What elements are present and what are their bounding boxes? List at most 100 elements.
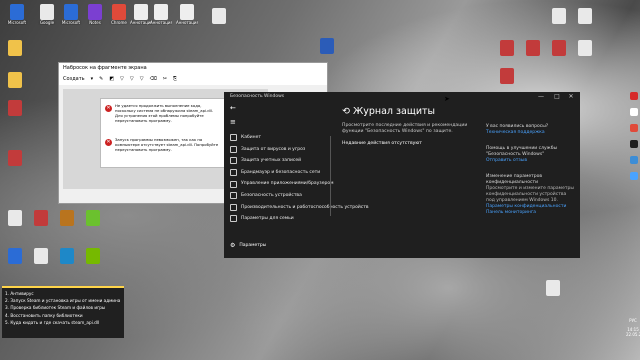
desktop-icon[interactable]: Аннотация 2020-05... [176,4,198,25]
app-tray-icon[interactable] [630,140,638,148]
note-line: 2. Запуск Steam и установка игры от имен… [5,298,121,304]
desktop-icon[interactable] [4,40,26,56]
snip-tool-button[interactable]: ◩ [109,76,114,82]
opera-icon[interactable] [630,92,638,100]
app-icon [64,4,78,20]
desktop-icon[interactable]: Microsoft [6,4,28,25]
file-icon [34,248,48,264]
file-icon [8,210,22,226]
improve-title: Помощь в улучшении службы "Безопасность … [486,146,558,157]
app-icon [8,248,22,264]
desktop-icon[interactable] [4,72,26,88]
snip-tool-button[interactable]: ▽ [120,76,124,82]
desktop-icon[interactable] [4,210,26,226]
nav-item[interactable]: Безопасность устройства [224,190,324,202]
desktop-icon[interactable] [548,8,570,24]
nav-item-label: Кабинет [241,135,261,140]
nav-item-label: Производительность и работоспособность у… [241,204,369,210]
language-indicator[interactable]: РУС [626,318,640,323]
desktop-icon[interactable] [56,210,78,226]
desktop-icon[interactable] [496,40,518,56]
snip-tool-button[interactable]: ▽ [140,76,144,82]
minimize-button[interactable]: — [534,92,548,102]
desktop-icon-label: Аннотация 2020-05... [176,20,198,25]
windows-security-window: Безопасность Windows — □ ✕ ← ≡ Кабинет За… [224,92,580,258]
nav-item-label: Безопасность устройства [241,192,302,198]
nav-item[interactable]: Кабинет [224,132,324,144]
chrome-icon[interactable] [630,124,638,132]
hamburger-menu-icon[interactable]: ≡ [230,118,236,126]
nav-item[interactable]: Брандмауэр и безопасность сети [224,167,324,179]
nav-item-icon [230,215,237,223]
back-arrow-icon[interactable]: ← [230,104,236,112]
desktop-icon-label: Google [39,20,55,25]
settings-nav-item[interactable]: ⚙ Параметры [230,242,266,249]
create-button[interactable]: Создать [63,76,85,82]
settings-label: Параметры [239,243,267,248]
error-message-1: Не удается продолжить выполнение кода, п… [115,103,213,123]
nav-divider [330,136,331,216]
edge-icon [60,248,74,264]
desktop-icon[interactable]: Chrome [108,4,130,25]
desktop-icon[interactable] [522,40,544,56]
maximize-button[interactable]: □ [550,92,564,102]
dashboard-link[interactable]: Панель мониторинга [486,210,576,216]
nav-item[interactable]: Управление приложениями/браузером [224,178,333,190]
page-description: Просмотрите последние действия и рекомен… [342,123,468,134]
desktop-icon[interactable] [30,248,52,264]
desktop-icon[interactable]: Аннотация 2020-05... [150,4,172,25]
nav-item-icon [230,157,237,165]
desktop-icon[interactable] [548,40,570,56]
app-icon [154,4,168,20]
desktop-icon[interactable] [496,68,518,84]
desktop-icon[interactable] [82,248,104,264]
snip-tool-button[interactable]: ▾ [91,76,94,82]
nav-item[interactable]: Защита от вирусов и угроз [224,144,324,156]
snip-tool-button[interactable]: ✂ [163,76,167,82]
desktop-icon[interactable] [82,210,104,226]
desktop-icon[interactable]: Аннотация 2020-05... [130,4,152,25]
app-tray-icon[interactable] [630,108,638,116]
desktop-icon[interactable] [316,38,338,54]
snip-tool-button[interactable]: ▽ [130,76,134,82]
desktop-icon[interactable]: Microsoft [60,4,82,25]
desktop-icon-label: Аннотация 2020-05... [150,20,172,25]
desktop-icon-label: Chrome [111,20,127,25]
nav-item-label: Брандмауэр и безопасность сети [241,169,321,175]
page-title: ⟲ Журнал защиты [342,106,482,117]
file-icon [212,8,226,24]
desktop-icon[interactable] [208,8,230,24]
desktop-icon[interactable] [542,280,564,296]
archive-icon [526,40,540,56]
desktop-icon[interactable] [56,248,78,264]
desktop-icon[interactable]: Notes [84,4,106,25]
app-tray-icon[interactable] [630,172,638,180]
nav-item-icon [230,203,237,211]
support-link[interactable]: Техническая поддержка [486,130,576,136]
nav-item[interactable]: Производительность и работоспособность у… [224,202,369,214]
desktop-icon[interactable] [4,150,26,166]
app-icon [180,4,194,20]
snip-tool-button[interactable]: ⌫ [150,76,157,82]
desktop-icon[interactable] [574,8,596,24]
archive-icon [500,68,514,84]
desktop-icon[interactable] [4,248,26,264]
app-tray-icon[interactable] [630,156,638,164]
desktop-icon[interactable] [30,210,52,226]
close-button[interactable]: ✕ [564,92,578,102]
snip-tool-button[interactable]: ✎ [99,76,103,82]
nav-item-icon [230,169,237,177]
clock-date[interactable]: 22.05.2020 [626,332,640,337]
app-icon [40,4,54,20]
desktop-icon[interactable] [4,100,26,116]
nav-item[interactable]: Защита учетных записей [224,155,324,167]
snip-tool-button[interactable]: ⎘ [173,76,177,82]
desktop-icon[interactable]: Google [36,4,58,25]
snip-toolbar: Создать ▾ ✎ ◩ ▽ ▽ ▽ ⌫ ✂ ⎘ [59,73,327,85]
page-title-text: Журнал защиты [353,106,436,117]
sticky-note[interactable]: 1. Антивирус 2. Запуск Steam и установка … [2,286,124,338]
window-title: Безопасность Windows [224,92,580,102]
nav-item[interactable]: Параметры для семьи [224,213,324,225]
feedback-link[interactable]: Отправить отзыв [486,158,576,164]
desktop-icon[interactable] [574,40,596,56]
